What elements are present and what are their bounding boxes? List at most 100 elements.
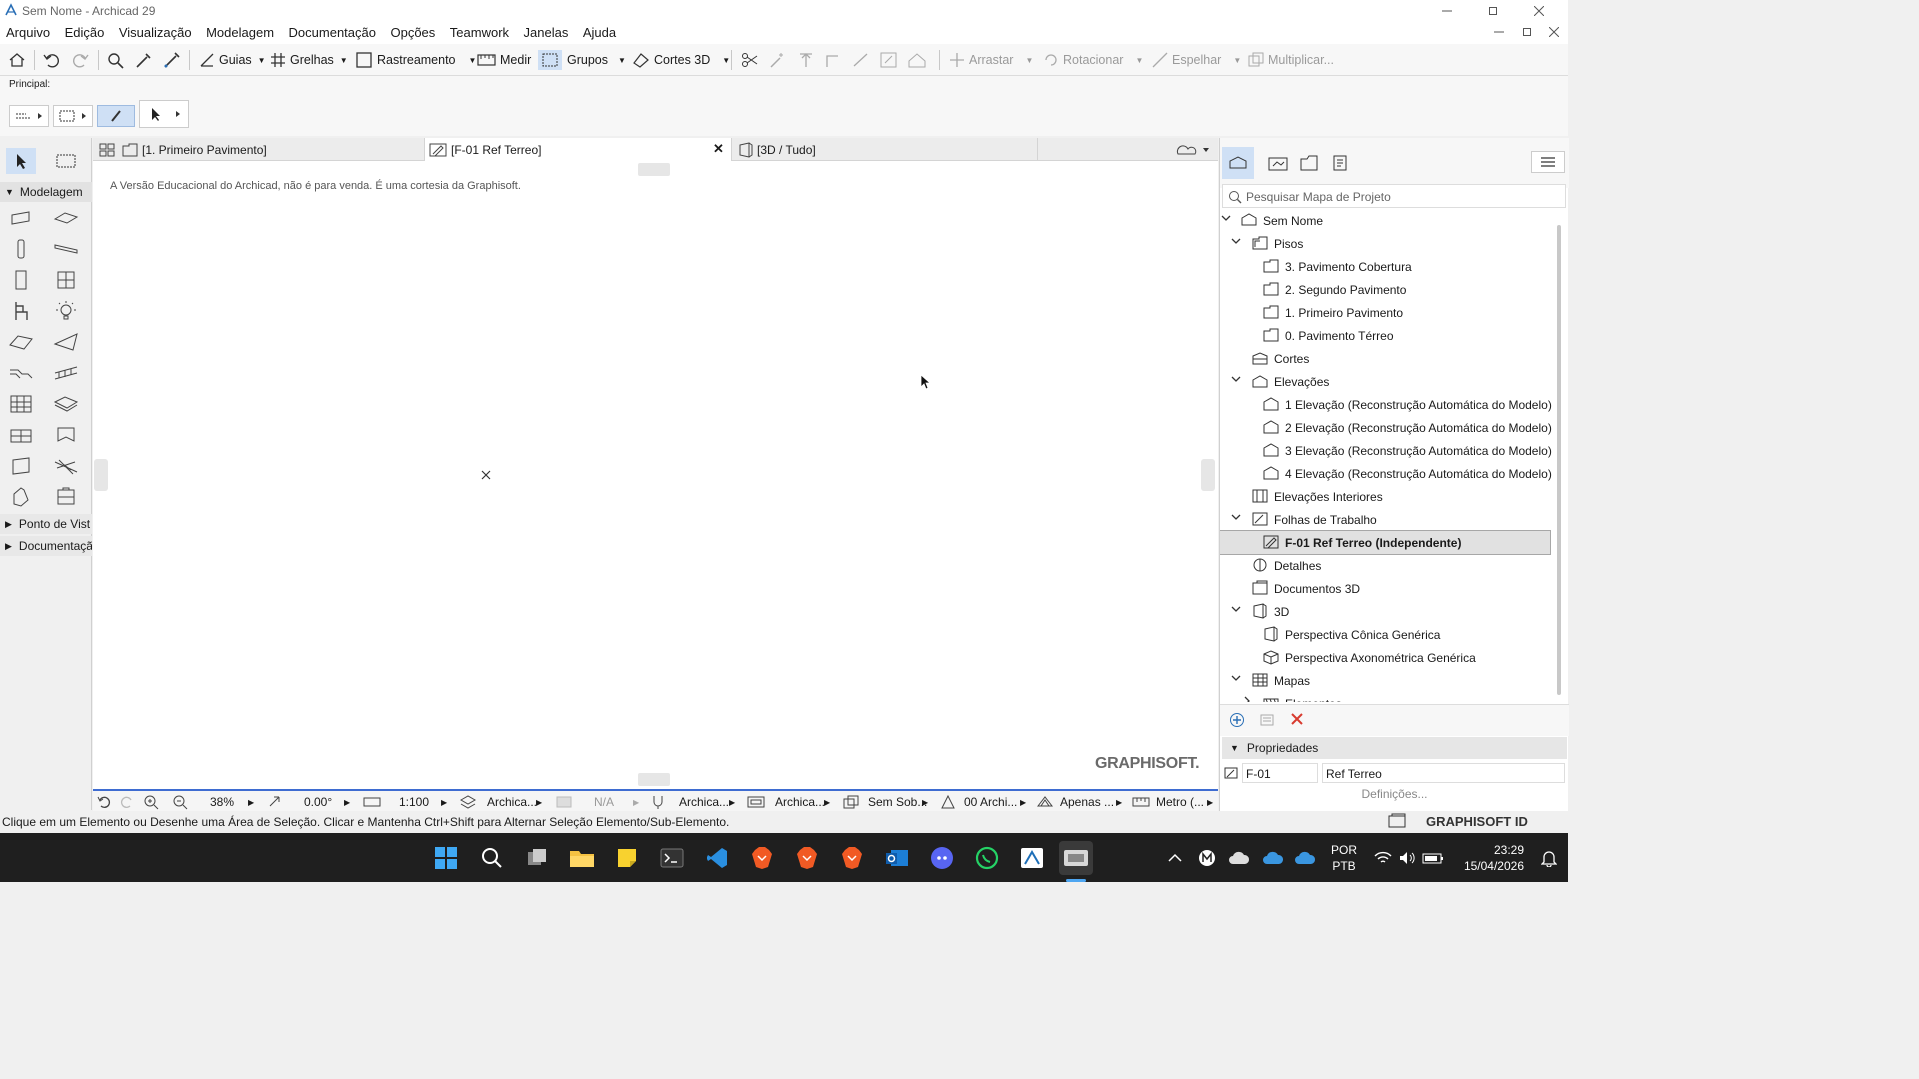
structure-dropdown-icon[interactable]: ▶: [1116, 793, 1122, 811]
brave-browser-3-icon[interactable]: [835, 841, 869, 875]
brave-browser-icon[interactable]: [745, 841, 779, 875]
tree-item[interactable]: Perspectiva Axonométrica Genérica: [1220, 646, 1550, 669]
show-hidden-icons[interactable]: [1158, 841, 1192, 875]
outlook-icon[interactable]: [880, 841, 914, 875]
menu-visualizacao[interactable]: Visualização: [119, 25, 192, 40]
menu-modelagem[interactable]: Modelagem: [206, 25, 274, 40]
zoom-in-icon[interactable]: [143, 793, 159, 811]
mesh-tool-icon[interactable]: [51, 422, 81, 448]
renovation-value[interactable]: 00 Archi...: [964, 793, 1017, 811]
window-tool-icon[interactable]: [51, 267, 81, 293]
doc-minimize-button[interactable]: [1494, 27, 1504, 37]
zoom-redo-icon[interactable]: [119, 793, 135, 811]
delete-icon[interactable]: [1289, 711, 1305, 727]
menu-opcoes[interactable]: Opções: [390, 25, 435, 40]
espelhar-button[interactable]: Espelhar ▼: [1151, 50, 1241, 70]
find-select-icon[interactable]: [106, 50, 126, 70]
zoom-fit-icon[interactable]: [172, 793, 188, 811]
units-value[interactable]: Metro (...: [1156, 793, 1204, 811]
column-tool-icon[interactable]: [6, 236, 36, 262]
menu-arquivo[interactable]: Arquivo: [6, 25, 50, 40]
offset-icon[interactable]: [823, 50, 843, 70]
tree-item[interactable]: 3 Elevação (Reconstrução Automática do M…: [1220, 439, 1552, 462]
add-item-icon[interactable]: [1229, 712, 1245, 728]
orientation-angle[interactable]: 0.00°: [304, 793, 332, 811]
units-dropdown-icon[interactable]: ▶: [1207, 793, 1213, 811]
grelhas-button[interactable]: Grelhas ▼: [270, 50, 348, 70]
tree-item[interactable]: 4 Elevação (Reconstrução Automática do M…: [1220, 462, 1552, 485]
definicoes-button[interactable]: Definições...: [1220, 787, 1569, 807]
battery-icon[interactable]: [1416, 841, 1450, 875]
resize-icon[interactable]: [879, 50, 899, 70]
notifications-icon[interactable]: [1532, 841, 1566, 875]
tab-f01-ref-terreo[interactable]: [F-01 Ref Terreo] ✕: [425, 138, 732, 161]
zoom-dropdown-icon[interactable]: ▶: [248, 793, 254, 811]
eyedropper-icon[interactable]: [134, 50, 154, 70]
tree-item[interactable]: Cortes: [1220, 347, 1550, 370]
lamp-tool-icon[interactable]: [51, 298, 81, 324]
search-taskbar-icon[interactable]: [475, 841, 509, 875]
chevron-right-icon[interactable]: [1242, 696, 1254, 702]
elevate-icon[interactable]: [796, 50, 816, 70]
layer-dropdown-icon[interactable]: ▶: [536, 793, 542, 811]
drawing-canvas[interactable]: A Versão Educacional do Archicad, não é …: [93, 161, 1218, 789]
navigator-menu-icon[interactable]: [1531, 151, 1565, 173]
skylight-tool-icon[interactable]: [6, 453, 36, 479]
door-tool-icon[interactable]: [6, 267, 36, 293]
properties-list-icon[interactable]: [1259, 712, 1275, 728]
slab-tool-icon[interactable]: [51, 205, 81, 231]
wall-tool-icon[interactable]: [6, 205, 36, 231]
pen-set-icon[interactable]: [651, 793, 665, 811]
model-view-value[interactable]: Archica...: [775, 793, 825, 811]
tree-item[interactable]: 2 Elevação (Reconstrução Automática do M…: [1220, 416, 1552, 439]
scale-value[interactable]: 1:100: [399, 793, 429, 811]
chevron-down-icon[interactable]: [1231, 236, 1243, 246]
sticky-notes-icon[interactable]: [610, 841, 644, 875]
restore-button[interactable]: [1470, 0, 1516, 22]
syringe-icon[interactable]: [162, 50, 182, 70]
marquee-dropdown[interactable]: [53, 105, 93, 127]
redo-icon[interactable]: [70, 50, 90, 70]
top-resize-handle[interactable]: [638, 163, 670, 176]
grupos-toggle-icon[interactable]: [538, 50, 562, 70]
tree-item[interactable]: Documentos 3D: [1220, 577, 1550, 600]
tree-item[interactable]: Sem Nome: [1220, 209, 1550, 232]
brave-browser-2-icon[interactable]: [790, 841, 824, 875]
renovation-icon[interactable]: [940, 793, 956, 811]
onedrive-2-icon[interactable]: [1288, 841, 1322, 875]
id-field[interactable]: F-01: [1242, 763, 1318, 783]
renovation-dropdown-icon[interactable]: ▶: [1020, 793, 1026, 811]
curtain-wall-tool-icon[interactable]: [6, 391, 36, 417]
task-view-icon[interactable]: [520, 841, 554, 875]
magnet-toggle-icon[interactable]: [97, 105, 135, 127]
menu-edicao[interactable]: Edição: [65, 25, 105, 40]
minimize-button[interactable]: [1424, 0, 1470, 22]
stair-tool-icon[interactable]: [6, 360, 36, 386]
whatsapp-icon[interactable]: [970, 841, 1004, 875]
zoom-undo-icon[interactable]: [96, 793, 112, 811]
right-resize-handle[interactable]: [1201, 459, 1215, 491]
magic-wand-icon[interactable]: [768, 50, 788, 70]
arrow-tool-icon[interactable]: [6, 148, 36, 174]
railing-tool-icon[interactable]: [51, 360, 81, 386]
chevron-down-icon[interactable]: [1221, 213, 1233, 223]
tree-item[interactable]: 1 Elevação (Reconstrução Automática do M…: [1220, 393, 1552, 416]
tray-m-icon[interactable]: [1190, 841, 1224, 875]
menu-teamwork[interactable]: Teamwork: [450, 25, 509, 40]
pen-dropdown-icon[interactable]: ▶: [729, 793, 735, 811]
tree-item[interactable]: F-01 Ref Terreo (Independente): [1220, 530, 1551, 555]
doc-restore-button[interactable]: [1522, 27, 1532, 37]
multiplicar-button[interactable]: Multiplicar...: [1247, 50, 1334, 70]
snipping-tool-icon[interactable]: [1059, 841, 1093, 875]
tab-options-icon[interactable]: [1175, 138, 1215, 161]
opening-tool-icon[interactable]: [6, 484, 36, 510]
orientation-icon[interactable]: [267, 793, 283, 811]
zoom-level[interactable]: 38%: [210, 793, 234, 811]
tree-item[interactable]: Elevações Interiores: [1220, 485, 1550, 508]
adjust-icon[interactable]: [851, 50, 871, 70]
project-map-icon[interactable]: [1222, 147, 1254, 179]
input-language[interactable]: POR PTB: [1326, 842, 1362, 874]
publisher-sets-icon[interactable]: [1331, 154, 1351, 172]
tab-primeiro-pavimento[interactable]: [1. Primeiro Pavimento]: [121, 138, 425, 161]
chevron-down-icon[interactable]: [1231, 673, 1243, 683]
